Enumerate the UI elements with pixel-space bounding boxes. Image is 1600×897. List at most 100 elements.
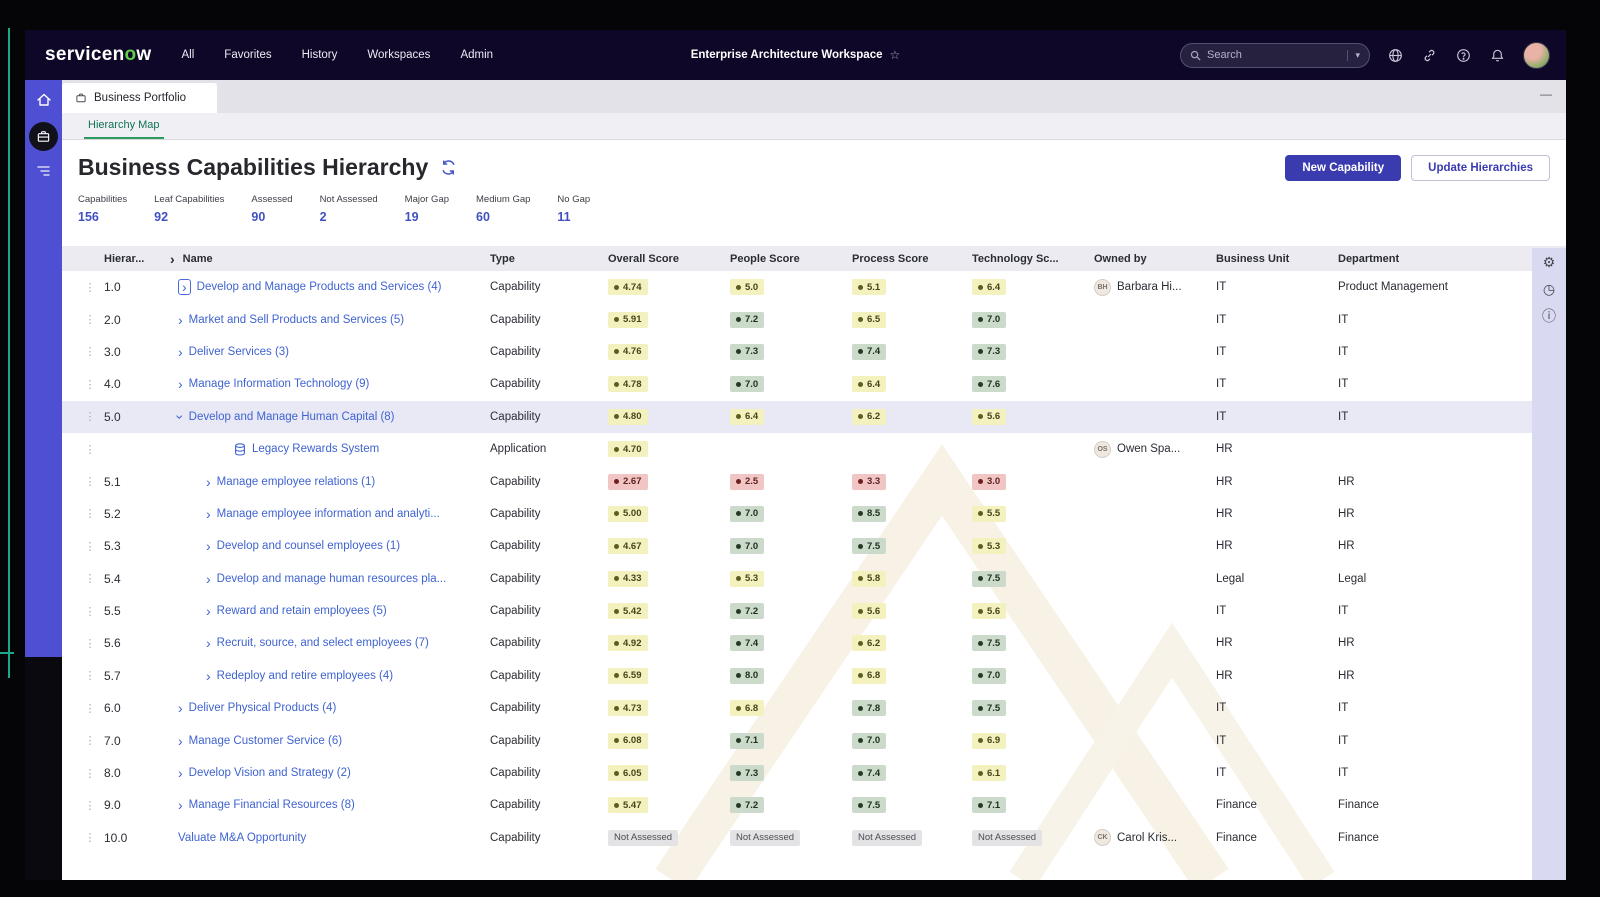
expand-icon[interactable]: ›	[178, 734, 183, 748]
row-drag-handle[interactable]: ⋮	[76, 572, 104, 585]
table-row[interactable]: ⋮ 4.0 › Manage Information Technology (9) Ca…	[62, 368, 1566, 400]
table-row[interactable]: ⋮ 5.3 › Develop and counsel employees (1) Ca…	[62, 530, 1566, 562]
expand-all-icon[interactable]: ›	[170, 252, 175, 266]
capability-link[interactable]: Develop and Manage Products and Services…	[197, 281, 442, 293]
nav-item-history[interactable]: History	[302, 49, 338, 61]
capability-name-cell[interactable]: › Manage employee relations (1)	[170, 475, 490, 489]
expand-icon[interactable]: ›	[206, 539, 211, 553]
user-avatar[interactable]	[1523, 41, 1550, 69]
stat-value[interactable]: 156	[78, 210, 127, 224]
capability-name-cell[interactable]: › Reward and retain employees (5)	[170, 604, 490, 618]
expand-icon[interactable]: ›	[206, 669, 211, 683]
settings-icon[interactable]: ⚙	[1543, 255, 1556, 269]
tab-overflow-icon[interactable]: —	[1540, 87, 1552, 101]
header-department[interactable]: Department	[1338, 253, 1530, 265]
tab-hierarchy-map[interactable]: Hierarchy Map	[84, 119, 164, 139]
workspace-title[interactable]: Enterprise Architecture Workspace ☆	[691, 48, 901, 62]
table-row[interactable]: ⋮ 7.0 › Manage Customer Service (6) Capabili…	[62, 724, 1566, 756]
row-drag-handle[interactable]: ⋮	[76, 831, 104, 844]
capability-name-cell[interactable]: › Market and Sell Products and Services (…	[170, 313, 490, 327]
header-type[interactable]: Type	[490, 253, 608, 265]
row-drag-handle[interactable]: ⋮	[76, 313, 104, 326]
row-drag-handle[interactable]: ⋮	[76, 734, 104, 747]
capability-link[interactable]: Manage Customer Service (6)	[189, 735, 342, 747]
row-drag-handle[interactable]: ⋮	[76, 281, 104, 294]
stat-value[interactable]: 11	[557, 210, 590, 224]
table-row[interactable]: ⋮ 5.2 › Manage employee information and ana…	[62, 498, 1566, 530]
table-row[interactable]: ⋮ 3.0 › Deliver Services (3) Capability 4.76 7…	[62, 336, 1566, 368]
row-drag-handle[interactable]: ⋮	[76, 637, 104, 650]
table-row[interactable]: ⋮ 5.0 › Develop and Manage Human Capital (8…	[62, 400, 1566, 433]
new-capability-button[interactable]: New Capability	[1285, 154, 1402, 181]
capability-name-cell[interactable]: › Deliver Physical Products (4)	[170, 701, 490, 715]
table-row[interactable]: ⋮ 5.1 › Manage employee relations (1) Capabi…	[62, 465, 1566, 497]
update-hierarchies-button[interactable]: Update Hierarchies	[1411, 154, 1550, 181]
expand-icon[interactable]: ›	[206, 636, 211, 650]
row-drag-handle[interactable]: ⋮	[76, 507, 104, 520]
row-drag-handle[interactable]: ⋮	[76, 767, 104, 780]
header-name[interactable]: › Name	[170, 252, 490, 266]
nav-item-favorites[interactable]: Favorites	[224, 49, 271, 61]
row-drag-handle[interactable]: ⋮	[76, 702, 104, 715]
header-process-score[interactable]: Process Score	[852, 253, 972, 265]
header-people-score[interactable]: People Score	[730, 253, 852, 265]
row-drag-handle[interactable]: ⋮	[76, 540, 104, 553]
capability-link[interactable]: Develop Vision and Strategy (2)	[189, 767, 351, 779]
capability-name-cell[interactable]: Legacy Rewards System	[170, 442, 490, 456]
expand-icon[interactable]: ›	[206, 604, 211, 618]
expand-icon[interactable]: ›	[182, 280, 187, 294]
capability-link[interactable]: Reward and retain employees (5)	[217, 605, 387, 617]
capability-link[interactable]: Deliver Services (3)	[189, 346, 289, 358]
expand-icon[interactable]: ›	[178, 766, 183, 780]
stat-value[interactable]: 92	[154, 210, 224, 224]
table-row[interactable]: ⋮ 5.7 › Redeploy and retire employees (4) Ca…	[62, 660, 1566, 692]
table-row[interactable]: ⋮ 9.0 › Manage Financial Resources (8) Capab…	[62, 789, 1566, 821]
table-row[interactable]: ⋮ 6.0 › Deliver Physical Products (4) Capabi…	[62, 692, 1566, 724]
expand-icon[interactable]: ›	[206, 507, 211, 521]
help-icon[interactable]	[1455, 47, 1472, 64]
header-overall-score[interactable]: Overall Score	[608, 253, 730, 265]
collapse-icon[interactable]: ›	[172, 414, 188, 419]
capability-link[interactable]: Develop and counsel employees (1)	[217, 540, 400, 552]
row-drag-handle[interactable]: ⋮	[76, 378, 104, 391]
row-drag-handle[interactable]: ⋮	[76, 443, 104, 456]
row-drag-handle[interactable]: ⋮	[76, 345, 104, 358]
capability-link[interactable]: Manage employee relations (1)	[217, 476, 376, 488]
capability-link[interactable]: Valuate M&A Opportunity	[178, 832, 306, 844]
capability-link[interactable]: Develop and manage human resources pla..…	[217, 573, 447, 585]
header-owned-by[interactable]: Owned by	[1094, 253, 1216, 265]
nav-item-all[interactable]: All	[182, 49, 195, 61]
table-row[interactable]: ⋮ 1.0 › Develop and Manage Products and Ser…	[62, 271, 1566, 303]
stat-value[interactable]: 19	[405, 210, 449, 224]
capability-name-cell[interactable]: › Manage Information Technology (9)	[170, 377, 490, 391]
capability-link[interactable]: Legacy Rewards System	[252, 443, 379, 455]
capability-link[interactable]: Redeploy and retire employees (4)	[217, 670, 393, 682]
info-icon[interactable]: ⓘ	[1542, 309, 1556, 323]
refresh-icon[interactable]	[440, 159, 457, 176]
expand-icon[interactable]: ›	[178, 701, 183, 715]
history-clock-icon[interactable]: ◷	[1543, 282, 1555, 296]
stat-value[interactable]: 2	[320, 210, 378, 224]
favorite-star-icon[interactable]: ☆	[889, 48, 900, 62]
row-drag-handle[interactable]: ⋮	[76, 475, 104, 488]
stat-value[interactable]: 90	[251, 210, 292, 224]
table-row[interactable]: ⋮ 10.0 Valuate M&A Opportunity Capability No…	[62, 822, 1566, 854]
header-hierarchy[interactable]: Hierar...	[104, 253, 170, 265]
capability-link[interactable]: Develop and Manage Human Capital (8)	[189, 411, 395, 423]
capability-name-cell[interactable]: › Develop and counsel employees (1)	[170, 539, 490, 553]
globe-icon[interactable]	[1387, 47, 1404, 64]
header-business-unit[interactable]: Business Unit	[1216, 253, 1338, 265]
capability-name-cell[interactable]: › Recruit, source, and select employees (…	[170, 636, 490, 650]
row-drag-handle[interactable]: ⋮	[76, 410, 104, 423]
capability-name-cell[interactable]: › Develop Vision and Strategy (2)	[170, 766, 490, 780]
nav-item-workspaces[interactable]: Workspaces	[367, 49, 430, 61]
stat-value[interactable]: 60	[476, 210, 530, 224]
capability-link[interactable]: Manage Financial Resources (8)	[189, 799, 355, 811]
capability-link[interactable]: Recruit, source, and select employees (7…	[217, 637, 429, 649]
capability-name-cell[interactable]: › Manage Financial Resources (8)	[170, 798, 490, 812]
search-scope-dropdown[interactable]: ▾	[1347, 49, 1360, 61]
capability-name-cell[interactable]: › Develop and Manage Human Capital (8)	[170, 410, 490, 424]
table-row[interactable]: ⋮ 2.0 › Market and Sell Products and Servic…	[62, 303, 1566, 335]
capability-link[interactable]: Market and Sell Products and Services (5…	[189, 314, 404, 326]
expand-icon[interactable]: ›	[206, 572, 211, 586]
